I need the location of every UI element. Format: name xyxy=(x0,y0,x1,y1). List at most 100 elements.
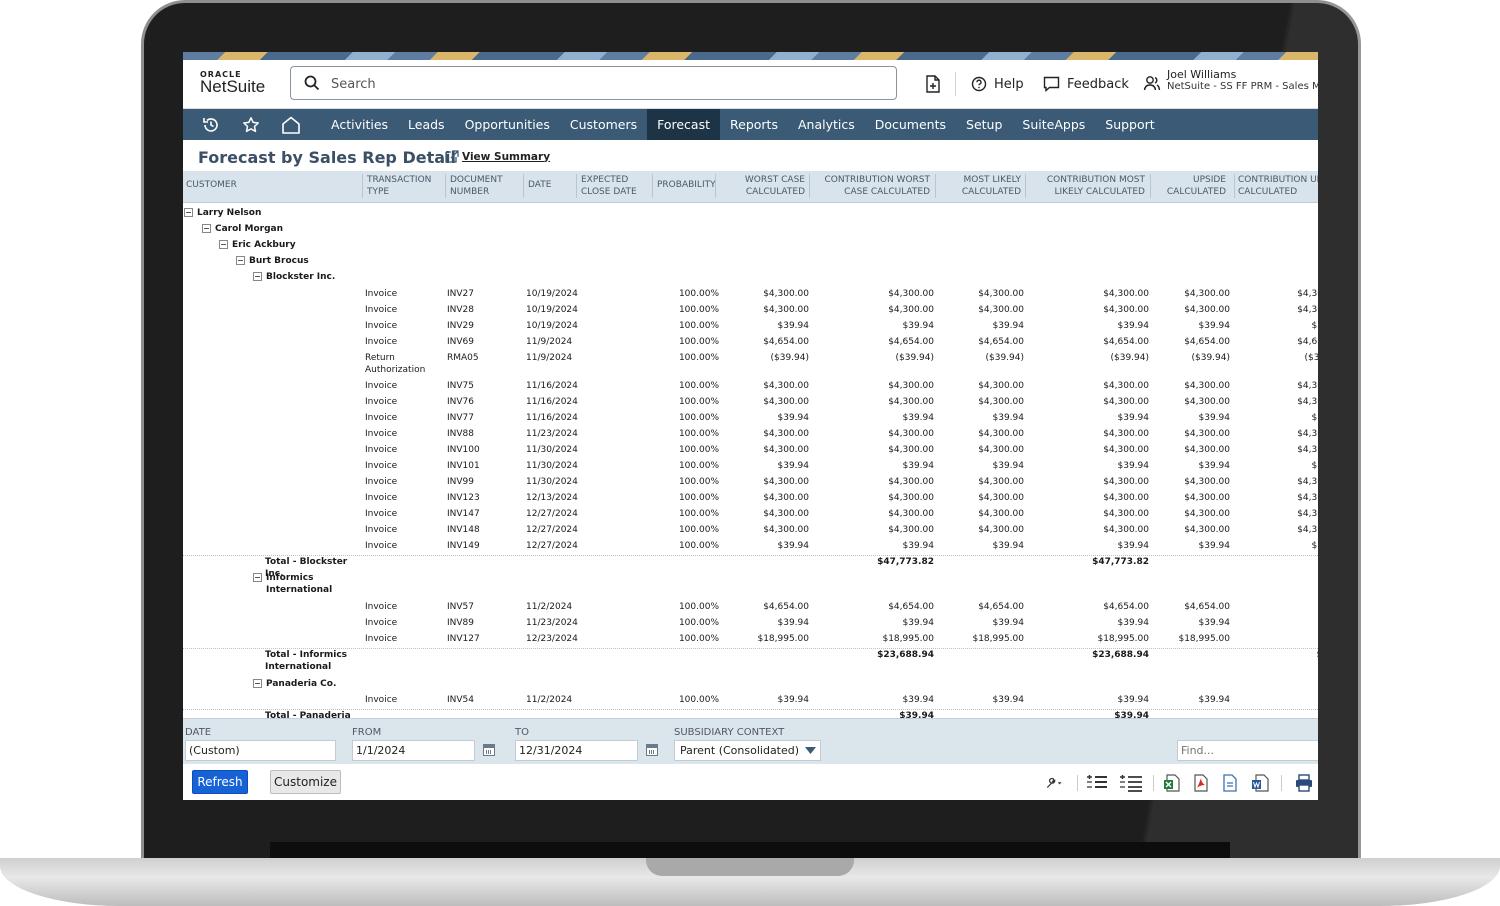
col-upside[interactable]: UPSIDE CALCULATED xyxy=(1150,174,1226,198)
nav-documents[interactable]: Documents xyxy=(865,109,956,140)
customize-button[interactable]: Customize xyxy=(270,770,341,794)
table-row[interactable]: Invoice INV149 12/27/2024 100.00% $39.94 $39.… xyxy=(183,540,1318,556)
subsidiary-select[interactable]: Parent (Consolidated) xyxy=(674,740,821,761)
table-row[interactable]: Invoice INV69 11/9/2024 100.00% $4,654.00 $4,… xyxy=(183,336,1318,352)
cell-document-number[interactable]: INV75 xyxy=(447,380,474,392)
cell-document-number[interactable]: INV29 xyxy=(447,320,474,332)
from-date-field[interactable]: 1/1/2024 xyxy=(352,740,475,761)
help-button[interactable]: Help xyxy=(971,73,1024,95)
collapse-icon[interactable] xyxy=(202,224,211,233)
table-row[interactable]: Invoice INV54 11/2/2024 100.00% $39.94 $39.94… xyxy=(183,694,1318,710)
export-excel-icon[interactable] xyxy=(1163,774,1181,792)
search-input[interactable] xyxy=(331,74,871,94)
collapse-all-icon[interactable] xyxy=(1086,774,1108,792)
group-larry-nelson[interactable]: Larry Nelson xyxy=(184,207,261,219)
nav-leads[interactable]: Leads xyxy=(398,109,455,140)
group-customer[interactable]: Blockster Inc. xyxy=(253,271,363,283)
table-row[interactable]: Invoice INV76 11/16/2024 100.00% $4,300.00 $4… xyxy=(183,396,1318,412)
cell-document-number[interactable]: INV89 xyxy=(447,617,474,629)
table-row[interactable]: Invoice INV88 11/23/2024 100.00% $4,300.00 $4… xyxy=(183,428,1318,444)
nav-customers[interactable]: Customers xyxy=(560,109,647,140)
table-row[interactable]: Invoice INV99 11/30/2024 100.00% $4,300.00 $4… xyxy=(183,476,1318,492)
user-menu[interactable]: Joel Williams NetSuite - SS FF PRM - Sal… xyxy=(1167,68,1318,92)
nav-reports[interactable]: Reports xyxy=(720,109,788,140)
home-button[interactable] xyxy=(271,109,311,140)
table-row[interactable]: Invoice INV100 11/30/2024 100.00% $4,300.00 $… xyxy=(183,444,1318,460)
cell-document-number[interactable]: RMA05 xyxy=(447,352,479,364)
date-filter-field[interactable]: (Custom) xyxy=(185,740,336,761)
table-row[interactable]: Invoice INV28 10/19/2024 100.00% $4,300.00 $4… xyxy=(183,304,1318,320)
col-contribution-worst-case[interactable]: CONTRIBUTION WORST CASE CALCULATED xyxy=(809,174,930,198)
from-calendar-icon[interactable] xyxy=(483,744,495,756)
collapse-icon[interactable] xyxy=(236,256,245,265)
col-contribution-most-likely[interactable]: CONTRIBUTION MOST LIKELY CALCULATED xyxy=(1025,174,1145,198)
table-row[interactable]: Return Authorization RMA05 11/9/2024 100.00… xyxy=(183,352,1318,375)
nav-analytics[interactable]: Analytics xyxy=(788,109,865,140)
group-eric-ackbury[interactable]: Eric Ackbury xyxy=(219,239,296,251)
collapse-icon[interactable] xyxy=(219,240,228,249)
find-input[interactable] xyxy=(1177,740,1318,761)
cell-document-number[interactable]: INV123 xyxy=(447,492,480,504)
col-worst-case[interactable]: WORST CASE CALCULATED xyxy=(715,174,805,198)
cell-document-number[interactable]: INV69 xyxy=(447,336,474,348)
table-row[interactable]: Invoice INV75 11/16/2024 100.00% $4,300.00 $4… xyxy=(183,380,1318,396)
refresh-button[interactable]: Refresh xyxy=(192,770,248,794)
col-transaction-type[interactable]: TRANSACTION TYPE xyxy=(362,174,447,198)
cell-document-number[interactable]: INV28 xyxy=(447,304,474,316)
table-row[interactable]: Invoice INV148 12/27/2024 100.00% $4,300.00 $… xyxy=(183,524,1318,540)
create-new-button[interactable] xyxy=(925,73,948,95)
cell-document-number[interactable]: INV101 xyxy=(447,460,480,472)
group-burt-brocus[interactable]: Burt Brocus xyxy=(236,255,309,267)
netsuite-logo[interactable]: ORACLE NetSuite xyxy=(200,70,265,97)
cell-document-number[interactable]: INV99 xyxy=(447,476,474,488)
col-date[interactable]: DATE xyxy=(523,174,551,198)
group-customer[interactable]: Informics International xyxy=(253,572,363,596)
cell-document-number[interactable]: INV57 xyxy=(447,601,474,613)
feedback-button[interactable]: Feedback xyxy=(1043,73,1129,95)
col-expected-close-date[interactable]: EXPECTED CLOSE DATE xyxy=(576,174,651,198)
cell-document-number[interactable]: INV127 xyxy=(447,633,480,645)
table-row[interactable]: Invoice INV27 10/19/2024 100.00% $4,300.00 $4… xyxy=(183,288,1318,304)
global-search[interactable] xyxy=(290,66,897,100)
to-calendar-icon[interactable] xyxy=(646,744,658,756)
to-date-field[interactable]: 12/31/2024 xyxy=(515,740,638,761)
nav-opportunities[interactable]: Opportunities xyxy=(455,109,560,140)
col-probability[interactable]: PROBABILITY xyxy=(652,174,716,198)
cell-document-number[interactable]: INV77 xyxy=(447,412,474,424)
print-icon[interactable] xyxy=(1295,774,1313,792)
cell-document-number[interactable]: INV149 xyxy=(447,540,480,552)
recent-records-button[interactable] xyxy=(191,109,231,140)
shortcuts-button[interactable] xyxy=(231,109,271,140)
cell-document-number[interactable]: INV147 xyxy=(447,508,480,520)
collapse-icon[interactable] xyxy=(253,573,262,582)
nav-activities[interactable]: Activities xyxy=(321,109,398,140)
cell-document-number[interactable]: INV27 xyxy=(447,288,474,300)
view-summary-link[interactable]: View Summary xyxy=(445,150,550,163)
col-most-likely[interactable]: MOST LIKELY CALCULATED xyxy=(935,174,1021,198)
export-word-icon[interactable] xyxy=(1251,774,1269,792)
cell-document-number[interactable]: INV88 xyxy=(447,428,474,440)
cell-document-number[interactable]: INV54 xyxy=(447,694,474,706)
table-row[interactable]: Invoice INV101 11/30/2024 100.00% $39.94 $39.… xyxy=(183,460,1318,476)
group-carol-morgan[interactable]: Carol Morgan xyxy=(202,223,283,235)
export-pdf-icon[interactable] xyxy=(1191,774,1209,792)
table-row[interactable]: Invoice INV127 12/23/2024 100.00% $18,995.00… xyxy=(183,633,1318,649)
table-row[interactable]: Invoice INV57 11/2/2024 100.00% $4,654.00 $4,… xyxy=(183,601,1318,617)
nav-forecast[interactable]: Forecast xyxy=(647,109,721,140)
col-customer[interactable]: CUSTOMER xyxy=(186,179,237,191)
nav-setup[interactable]: Setup xyxy=(956,109,1012,140)
collapse-icon[interactable] xyxy=(253,272,262,281)
cell-document-number[interactable]: INV148 xyxy=(447,524,480,536)
export-csv-icon[interactable] xyxy=(1221,774,1239,792)
cell-document-number[interactable]: INV100 xyxy=(447,444,480,456)
expand-all-icon[interactable] xyxy=(1119,774,1143,792)
table-row[interactable]: Invoice INV77 11/16/2024 100.00% $39.94 $39.9… xyxy=(183,412,1318,428)
col-document-number[interactable]: DOCUMENT NUMBER xyxy=(445,174,520,198)
col-contribution-upside[interactable]: CONTRIBUTION UPSIDECALCULATED xyxy=(1234,174,1318,198)
table-row[interactable]: Invoice INV123 12/13/2024 100.00% $4,300.00 $… xyxy=(183,492,1318,508)
wrench-menu-icon[interactable] xyxy=(1045,774,1063,792)
nav-support[interactable]: Support xyxy=(1095,109,1164,140)
collapse-icon[interactable] xyxy=(184,208,193,217)
table-row[interactable]: Invoice INV29 10/19/2024 100.00% $39.94 $39.9… xyxy=(183,320,1318,336)
collapse-icon[interactable] xyxy=(253,679,262,688)
